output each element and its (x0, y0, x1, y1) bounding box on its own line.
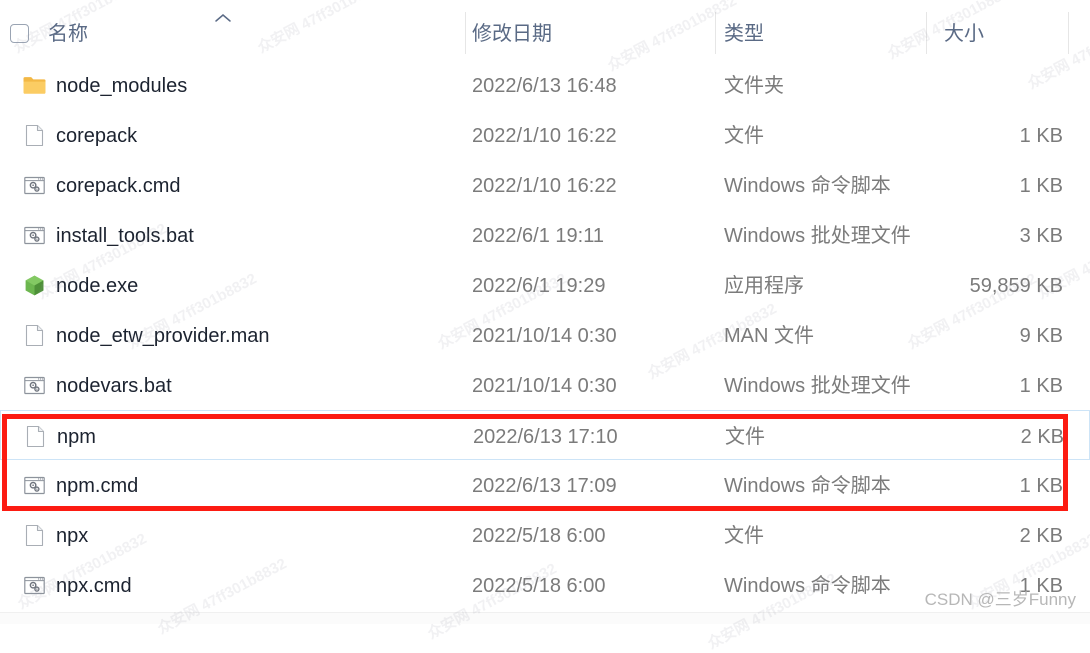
file-name-cell[interactable]: corepack.cmd (56, 174, 181, 198)
file-type-cell: Windows 命令脚本 (724, 175, 891, 197)
file-size-cell: 1 KB (1019, 375, 1063, 397)
list-bottom-edge (0, 612, 1090, 624)
csdn-watermark: CSDN @三岁Funny (924, 590, 1076, 609)
file-name-cell[interactable]: corepack (56, 124, 137, 148)
file-size-cell: 1 KB (1019, 175, 1063, 197)
file-name-cell[interactable]: npx (56, 524, 88, 548)
column-header-row: 名称 修改日期 类型 大小 (0, 0, 1090, 60)
file-type-cell: Windows 命令脚本 (724, 575, 891, 597)
file-date-cell: 2022/6/1 19:29 (472, 275, 606, 297)
column-divider-name-date[interactable] (465, 12, 466, 54)
file-name-cell[interactable]: npx.cmd (56, 574, 132, 598)
file-name-cell[interactable]: node.exe (56, 274, 138, 298)
script-file-icon (24, 476, 45, 495)
file-date-cell: 2022/5/18 6:00 (472, 575, 606, 597)
file-name-cell[interactable]: npm.cmd (56, 474, 138, 498)
file-row[interactable]: corepack.cmd 2022/1/10 16:22 Windows 命令脚本 1… (0, 160, 1090, 210)
generic-file-icon (25, 124, 44, 147)
file-size-cell: 9 KB (1019, 325, 1063, 347)
file-row[interactable]: install_tools.bat 2022/6/1 19:11 Windows 批… (0, 210, 1090, 260)
file-type-cell: 文件 (724, 125, 764, 147)
file-name-cell[interactable]: node_etw_provider.man (56, 324, 269, 348)
sort-ascending-chevron-icon (215, 14, 231, 22)
file-date-cell: 2022/6/13 17:09 (472, 475, 617, 497)
file-type-cell: 文件夹 (724, 75, 784, 97)
file-type-cell: 文件 (724, 525, 764, 547)
file-list: node_modules 2022/6/13 16:48 文件夹 corepack 2… (0, 60, 1090, 624)
file-row[interactable]: nodevars.bat 2021/10/14 0:30 Windows 批处理文件… (0, 360, 1090, 410)
file-date-cell: 2022/1/10 16:22 (472, 175, 617, 197)
file-date-cell: 2022/5/18 6:00 (472, 525, 606, 547)
script-file-icon (24, 576, 45, 595)
file-type-cell: 应用程序 (724, 275, 804, 297)
file-date-cell: 2021/10/14 0:30 (472, 325, 617, 347)
file-name-cell[interactable]: node_modules (56, 74, 187, 98)
file-size-cell: 59,859 KB (969, 275, 1063, 297)
file-explorer-window: 名称 修改日期 类型 大小 node_modules 2022/6/13 16:4… (0, 0, 1090, 624)
file-size-cell: 1 KB (1019, 125, 1063, 147)
file-type-cell: Windows 批处理文件 (724, 375, 911, 397)
file-size-cell: 3 KB (1019, 225, 1063, 247)
file-type-cell: MAN 文件 (724, 325, 814, 347)
column-header-type[interactable]: 类型 (724, 24, 764, 44)
select-all-checkbox[interactable] (10, 24, 29, 43)
script-file-icon (24, 176, 45, 195)
file-size-cell: 1 KB (1019, 475, 1063, 497)
file-name-cell[interactable]: npm (57, 425, 96, 449)
script-file-icon (24, 226, 45, 245)
column-header-size[interactable]: 大小 (944, 24, 984, 44)
file-row[interactable]: node_modules 2022/6/13 16:48 文件夹 (0, 60, 1090, 110)
column-divider-size-end[interactable] (1068, 12, 1069, 54)
column-header-name[interactable]: 名称 (48, 24, 88, 44)
file-name-cell[interactable]: nodevars.bat (56, 374, 172, 398)
column-divider-type-size[interactable] (926, 12, 927, 54)
generic-file-icon (26, 425, 45, 448)
file-date-cell: 2022/6/13 17:10 (473, 426, 618, 448)
script-file-icon (24, 376, 45, 395)
column-header-date[interactable]: 修改日期 (472, 24, 552, 44)
folder-icon (23, 77, 46, 94)
file-name-cell[interactable]: install_tools.bat (56, 224, 194, 248)
generic-file-icon (25, 524, 44, 547)
file-date-cell: 2022/6/1 19:11 (472, 225, 604, 247)
file-row[interactable]: npx 2022/5/18 6:00 文件 2 KB (0, 510, 1090, 560)
file-type-cell: Windows 命令脚本 (724, 475, 891, 497)
file-row[interactable]: npm.cmd 2022/6/13 17:09 Windows 命令脚本 1 KB (0, 460, 1090, 510)
file-size-cell: 2 KB (1020, 426, 1064, 448)
generic-file-icon (25, 324, 44, 347)
file-row[interactable]: node.exe 2022/6/1 19:29 应用程序 59,859 KB (0, 260, 1090, 310)
file-date-cell: 2022/1/10 16:22 (472, 125, 617, 147)
file-size-cell: 2 KB (1019, 525, 1063, 547)
file-row[interactable]: node_etw_provider.man 2021/10/14 0:30 MAN … (0, 310, 1090, 360)
column-divider-date-type[interactable] (715, 12, 716, 54)
file-row[interactable]: corepack 2022/1/10 16:22 文件 1 KB (0, 110, 1090, 160)
file-type-cell: Windows 批处理文件 (724, 225, 911, 247)
nodejs-hexagon-icon (25, 275, 44, 296)
file-type-cell: 文件 (725, 426, 765, 448)
file-date-cell: 2022/6/13 16:48 (472, 75, 617, 97)
file-row[interactable]: npm 2022/6/13 17:10 文件 2 KB (0, 410, 1090, 460)
file-date-cell: 2021/10/14 0:30 (472, 375, 617, 397)
